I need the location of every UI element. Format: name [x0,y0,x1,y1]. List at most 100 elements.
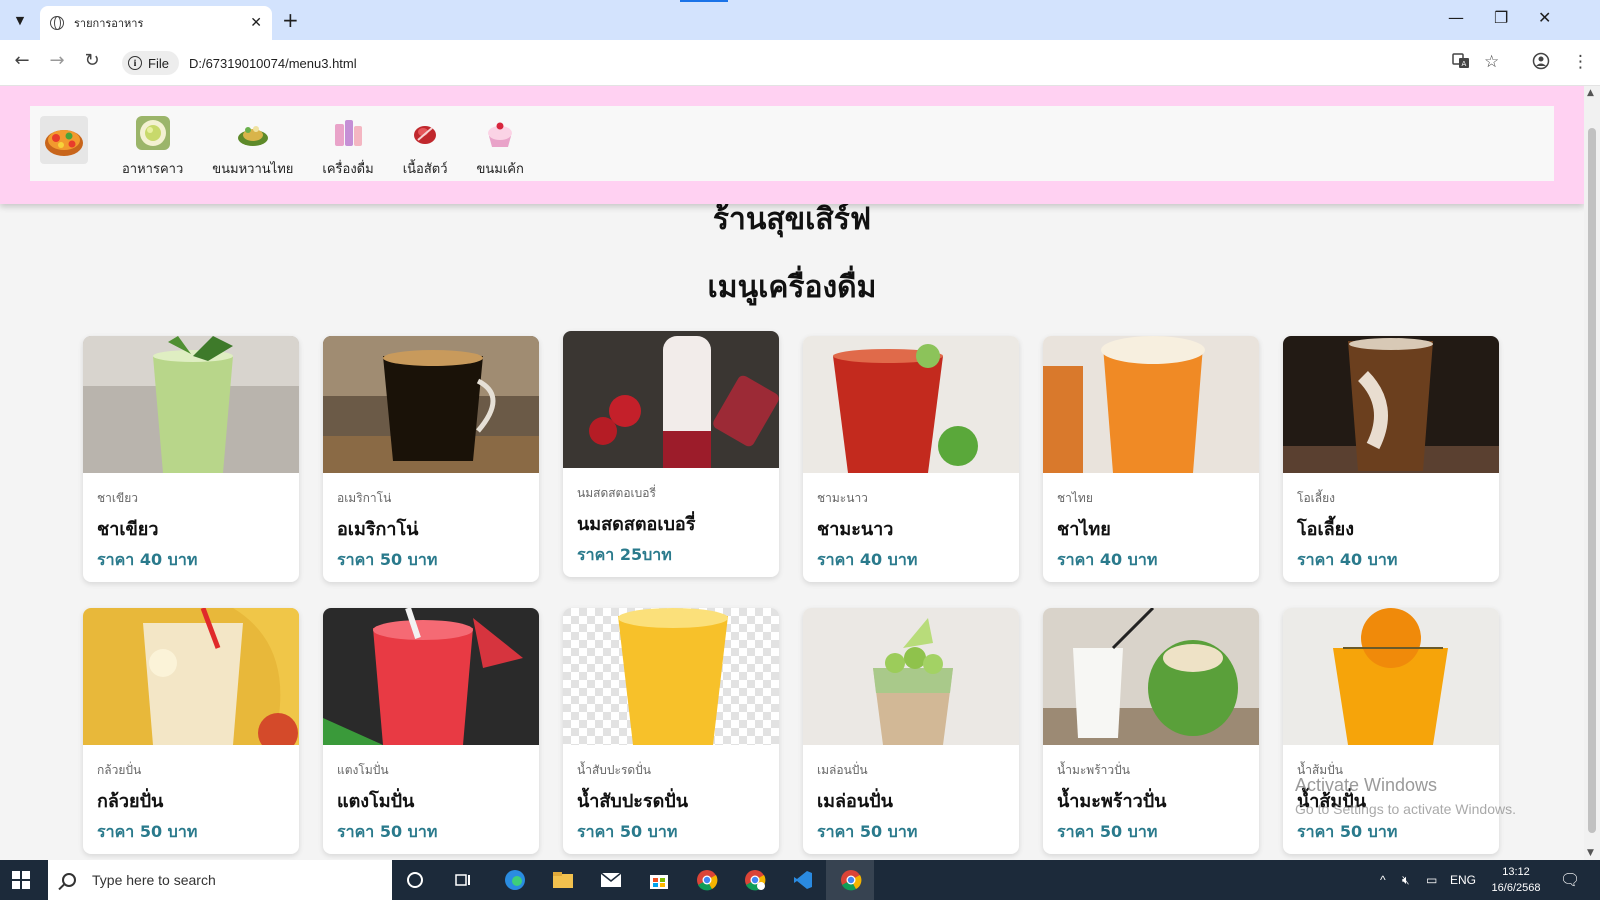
store-icon[interactable] [646,868,672,892]
menu-card-thai-tea[interactable]: ชาไทย ชาไทย ราคา 40 บาท [1043,336,1259,582]
banana-smoothie-photo [83,608,299,745]
file-explorer-icon[interactable] [550,868,576,892]
strawberry-milk-photo [563,331,779,468]
menu-name: ชามะนาว [817,519,894,540]
menu-card-lemon-tea[interactable]: ชามะนาว ชามะนาว ราคา 40 บาท [803,336,1019,582]
tray-chevron-up-icon[interactable]: ^ [1380,873,1386,887]
menu-name: อเมริกาโน่ [337,519,419,540]
menu-subtitle: ชาไทย [1057,491,1093,505]
menu-card-orange-smoothie[interactable]: น้ำส้มปั่น น้ำส้มปั่น ราคา 50 บาท [1283,608,1499,854]
taskbar-clock[interactable]: 13:12 16/6/2568 [1480,864,1552,896]
menu-price: ราคา 40 บาท [97,550,198,569]
address-bar[interactable]: i File D:/67319010074/menu3.html [120,48,1510,78]
menu-card-coconut-smoothie[interactable]: น้ำมะพร้าวปั่น น้ำมะพร้าวปั่น ราคา 50 บา… [1043,608,1259,854]
edge-browser-icon[interactable] [502,868,528,892]
menu-card-strawberry-milk[interactable]: นมสดสตอเบอรี่ นมสดสตอเบอรี่ ราคา 25บาท [563,331,779,577]
site-info-chip[interactable]: i File [122,51,179,75]
nav-item-label: ขนมหวานไทย [212,162,294,177]
tab-accent-line [680,0,728,2]
menu-subtitle: เมล่อนปั่น [817,763,868,777]
taskbar-search-box[interactable]: Type here to search [48,860,392,900]
menu-card-americano[interactable]: อเมริกาโน่ อเมริกาโน่ ราคา 50 บาท [323,336,539,582]
nav-item-label: เนื้อสัตว์ [402,162,448,177]
menu-price: ราคา 50 บาท [337,550,438,569]
menu-subtitle: น้ำมะพร้าวปั่น [1057,763,1130,777]
menu-card-pineapple-smoothie[interactable]: น้ำสับปะรดปั่น น้ำสับปะรดปั่น ราคา 50 บา… [563,608,779,854]
melon-smoothie-photo [803,608,1019,745]
url-text[interactable]: D:/67319010074/menu3.html [189,56,357,71]
pineapple-smoothie-photo [563,608,779,745]
nav-item-meat[interactable]: เนื้อสัตว์ [403,106,448,179]
scrollbar-thumb[interactable] [1588,128,1596,833]
notification-icon[interactable]: 🗨︎ [1560,870,1580,890]
nav-item-thai-dessert[interactable]: ขนมหวานไทย [212,106,293,179]
oliang-photo [1283,336,1499,473]
nav-item-cake[interactable]: ขนมเค้ก [477,106,524,179]
task-view-icon[interactable] [450,868,476,892]
tab-close-icon[interactable]: ✕ [250,15,262,31]
meat-icon [408,116,442,150]
more-menu-icon[interactable]: ⋮ [1572,52,1589,72]
info-icon: i [128,56,142,70]
menu-price: ราคา 50 บาท [337,822,438,841]
menu-name: แตงโมปั่น [337,791,415,812]
menu-price: ราคา 50 บาท [1057,822,1158,841]
category-nav: อาหารคาว ขนมหวานไทย เครื่องดื่ม เนื้อสัต… [30,106,1554,181]
scroll-down-icon[interactable]: ▼ [1587,848,1594,858]
thai-tea-photo [1043,336,1259,473]
new-tab-button[interactable]: + [282,8,299,32]
clock-time: 13:12 [1502,866,1530,878]
cortana-icon[interactable] [402,868,428,892]
windows-start-icon[interactable] [12,871,30,889]
scroll-up-icon[interactable]: ▲ [1587,88,1594,98]
browser-toolbar: ← → ↻ i File D:/67319010074/menu3.html A… [0,40,1600,86]
menu-price: ราคา 40 บาท [1057,550,1158,569]
nav-item-label: เครื่องดื่ม [322,162,374,177]
menu-card-watermelon-smoothie[interactable]: แตงโมปั่น แตงโมปั่น ราคา 50 บาท [323,608,539,854]
window-close-icon[interactable]: ✕ [1538,8,1551,27]
windows-taskbar: Type here to search ^ 🔇︎ ▭ ENG 13:12 16/… [0,860,1600,900]
menu-subtitle: น้ำสับปะรดปั่น [577,763,652,777]
menu-name: นมสดสตอเบอรี่ [577,514,696,535]
menu-card-banana-smoothie[interactable]: กล้วยปั่น กล้วยปั่น ราคา 50 บาท [83,608,299,854]
watermelon-smoothie-photo [323,608,539,745]
menu-name: ชาเขียว [97,519,159,540]
restore-icon[interactable]: ❐ [1494,8,1508,27]
vscode-icon[interactable] [790,868,816,892]
menu-subtitle: นมสดสตอเบอรี่ [577,486,656,500]
chrome-icon[interactable] [694,868,720,892]
orange-smoothie-photo [1283,608,1499,745]
site-header: อาหารคาว ขนมหวานไทย เครื่องดื่ม เนื้อสัต… [0,86,1584,204]
activate-windows-title: Activate Windows [1295,775,1438,795]
menu-price: ราคา 25บาท [577,545,672,564]
chrome-active-icon[interactable] [838,868,864,892]
minimize-icon[interactable]: — [1448,8,1464,27]
mail-icon[interactable] [598,868,624,892]
clock-date: 16/6/2568 [1491,882,1541,894]
menu-name: น้ำสับปะรดปั่น [577,791,689,812]
nav-item-label: ขนมเค้ก [476,162,524,177]
nav-item-savory[interactable]: อาหารคาว [122,106,183,179]
menu-card-oliang[interactable]: โอเลี้ยง โอเลี้ยง ราคา 40 บาท [1283,336,1499,582]
translate-icon[interactable]: A [1452,52,1470,75]
menu-price: ราคา 50 บาท [97,822,198,841]
forward-arrow-icon[interactable]: → [45,50,69,71]
lemon-tea-photo [803,336,1019,473]
reload-icon[interactable]: ↻ [80,50,104,71]
menu-card-green-tea[interactable]: ชาเขียว ชาเขียว ราคา 40 บาท [83,336,299,582]
menu-name: ชาไทย [1057,519,1111,540]
tab-search-chevron-icon[interactable]: ▼ [8,8,32,32]
back-arrow-icon[interactable]: ← [10,50,34,71]
menu-price: ราคา 50 บาท [1297,822,1398,841]
chrome-profile-icon[interactable] [742,868,768,892]
speaker-muted-icon[interactable]: 🔇︎ [1402,873,1410,888]
nav-item-drinks[interactable]: เครื่องดื่ม [322,106,374,179]
profile-icon[interactable] [1532,52,1550,75]
page-scrollbar[interactable]: ▲ ▼ [1584,86,1600,860]
bookmark-star-icon[interactable]: ☆ [1484,52,1499,72]
language-indicator[interactable]: ENG [1450,873,1476,887]
shop-logo[interactable] [40,116,88,164]
menu-card-melon-smoothie[interactable]: เมล่อนปั่น เมล่อนปั่น ราคา 50 บาท [803,608,1019,854]
browser-tab[interactable]: รายการอาหาร ✕ [40,6,272,40]
network-icon[interactable]: ▭ [1426,873,1437,887]
